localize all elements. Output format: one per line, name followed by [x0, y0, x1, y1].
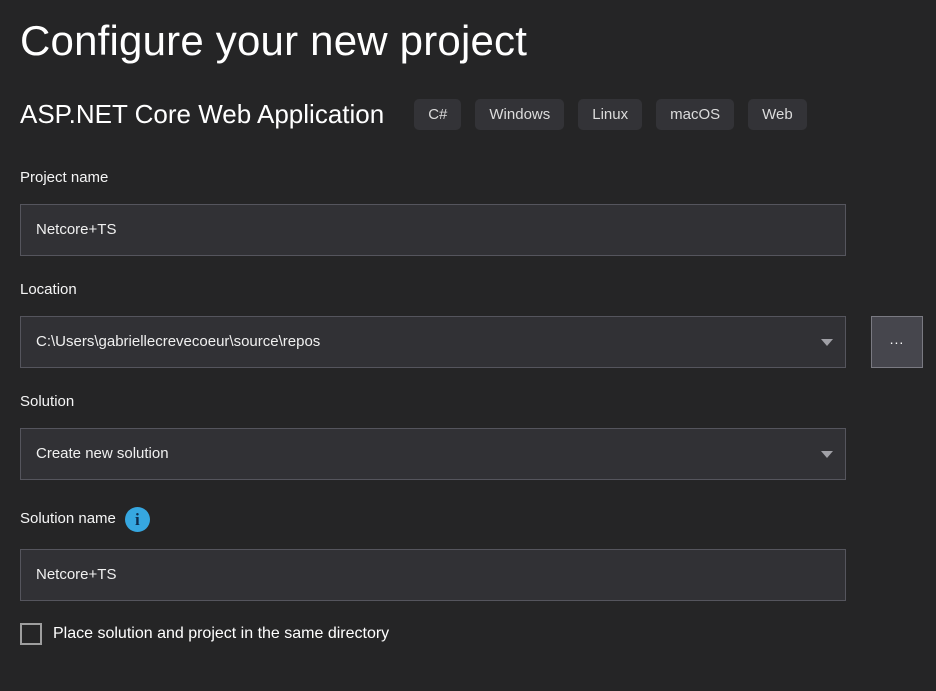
tag-linux: Linux	[578, 99, 642, 130]
tag-csharp: C#	[414, 99, 461, 130]
chevron-down-icon[interactable]	[821, 339, 833, 346]
solution-name-label-row: Solution name i	[20, 507, 923, 532]
location-combobox[interactable]: C:\Users\gabriellecrevecoeur\source\repo…	[20, 316, 846, 368]
project-name-label: Project name	[20, 169, 923, 187]
page-title: Configure your new project	[20, 0, 923, 69]
tag-windows: Windows	[475, 99, 564, 130]
browse-button[interactable]: ...	[871, 316, 923, 368]
solution-name-label: Solution name	[20, 510, 116, 528]
tag-web: Web	[748, 99, 807, 130]
solution-combobox[interactable]: Create new solution	[20, 428, 846, 480]
same-directory-checkbox[interactable]	[20, 623, 42, 645]
solution-name-input[interactable]	[20, 549, 846, 601]
template-name: ASP.NET Core Web Application	[20, 99, 384, 130]
same-directory-label[interactable]: Place solution and project in the same d…	[53, 625, 389, 643]
location-row: C:\Users\gabriellecrevecoeur\source\repo…	[20, 316, 923, 368]
solution-row: Create new solution	[20, 428, 923, 480]
solution-value: Create new solution	[36, 445, 169, 462]
project-name-input[interactable]	[20, 204, 846, 256]
location-label: Location	[20, 281, 923, 299]
tag-macos: macOS	[656, 99, 734, 130]
configure-project-dialog: Configure your new project ASP.NET Core …	[0, 0, 936, 691]
info-icon[interactable]: i	[125, 507, 150, 532]
same-directory-row: Place solution and project in the same d…	[20, 623, 923, 645]
chevron-down-icon[interactable]	[821, 451, 833, 458]
solution-label: Solution	[20, 393, 923, 411]
template-tag-list: C# Windows Linux macOS Web	[414, 99, 807, 130]
location-value: C:\Users\gabriellecrevecoeur\source\repo…	[36, 333, 320, 350]
template-row: ASP.NET Core Web Application C# Windows …	[20, 99, 923, 131]
